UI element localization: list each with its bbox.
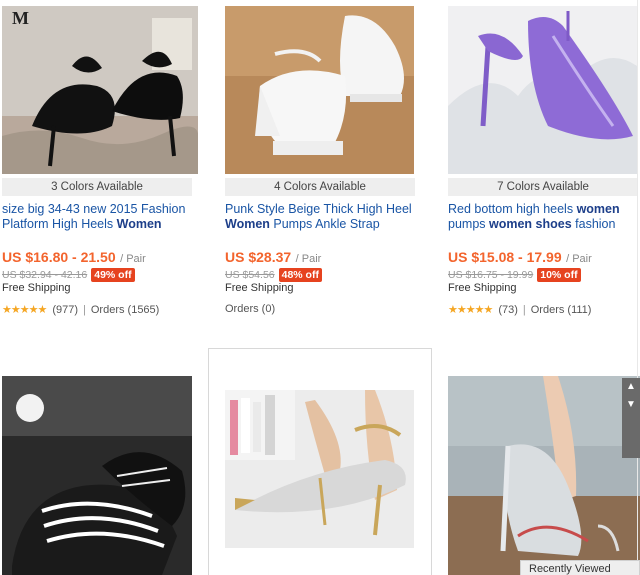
original-price-line: US $32.94 - 42.16 49% off [2,268,135,282]
original-price: US $54.56 [225,269,275,281]
price-line: US $28.37 / Pair [225,249,321,267]
product-title-link[interactable]: size big 34-43 new 2015 Fashion Platform… [2,202,202,232]
original-price: US $32.94 - 42.16 [2,269,88,281]
shipping-text: Free Shipping [2,282,71,294]
price: US $28.37 [225,249,292,265]
product-image-1[interactable]: M [2,6,198,174]
svg-text:M: M [12,8,29,28]
product-card-6[interactable] [448,376,640,575]
right-divider [637,0,638,575]
product-title-link[interactable]: Punk Style Beige Thick High Heel Women P… [225,202,425,232]
orders-count[interactable]: Orders (111) [531,304,592,316]
rating-row: Orders (0) [225,303,275,315]
rating-row: ★★★★★ (977) | Orders (1565) [2,303,159,317]
product-card-5[interactable] [225,390,414,548]
white-platform-heels-image [225,6,414,174]
price-unit: / Pair [566,253,592,265]
product-card-4[interactable] [2,376,192,575]
separator: | [522,303,526,316]
discount-badge: 49% off [91,268,135,282]
price: US $16.80 - 21.50 [2,249,116,265]
product-card-3[interactable]: 7 Colors Available Red bottom high heels… [448,6,640,336]
price: US $15.08 - 17.99 [448,249,562,265]
price-line: US $15.08 - 17.99 / Pair [448,249,592,267]
orders-count[interactable]: Orders (0) [225,303,275,315]
discount-badge: 48% off [278,268,322,282]
colors-available: 4 Colors Available [225,178,415,196]
price-unit: / Pair [120,253,146,265]
shipping-text: Free Shipping [225,282,294,294]
product-image-3[interactable] [448,6,637,174]
original-price-line: US $16.75 - 19.99 10% off [448,268,581,282]
shipping-text: Free Shipping [448,282,517,294]
silver-gold-heels-image [225,390,414,548]
separator: | [83,303,86,316]
colors-available: 7 Colors Available [448,178,638,196]
colors-available: 3 Colors Available [2,178,192,196]
product-image-2[interactable] [225,6,414,174]
orders-count[interactable]: Orders (1565) [91,304,159,316]
discount-badge: 10% off [537,268,581,282]
original-price-line: US $54.56 48% off [225,268,322,282]
side-scroll-icon[interactable]: ▲ ▼ [622,378,640,458]
rating-row: ★★★★★ (73) | Orders (111) [448,303,592,317]
black-sneakers-image [2,376,192,575]
star-rating-icon[interactable]: ★★★★★ [448,303,493,316]
price-line: US $16.80 - 21.50 / Pair [2,249,146,267]
purple-pumps-image [448,6,637,174]
star-rating-icon[interactable]: ★★★★★ [2,303,47,316]
product-card-2[interactable]: 4 Colors Available Punk Style Beige Thic… [225,6,421,336]
product-card-1[interactable]: M 3 Colors Available size big 34-43 new … [2,6,198,336]
review-count[interactable]: (73) [498,304,518,316]
black-bow-heels-image: M [2,6,198,174]
original-price: US $16.75 - 19.99 [448,269,534,281]
crystal-heels-image [448,376,640,575]
product-title-link[interactable]: Red bottom high heels women pumps women … [448,202,640,232]
price-unit: / Pair [295,253,322,265]
recently-viewed-button[interactable]: Recently Viewed [520,560,640,575]
review-count[interactable]: (977) [52,304,78,316]
